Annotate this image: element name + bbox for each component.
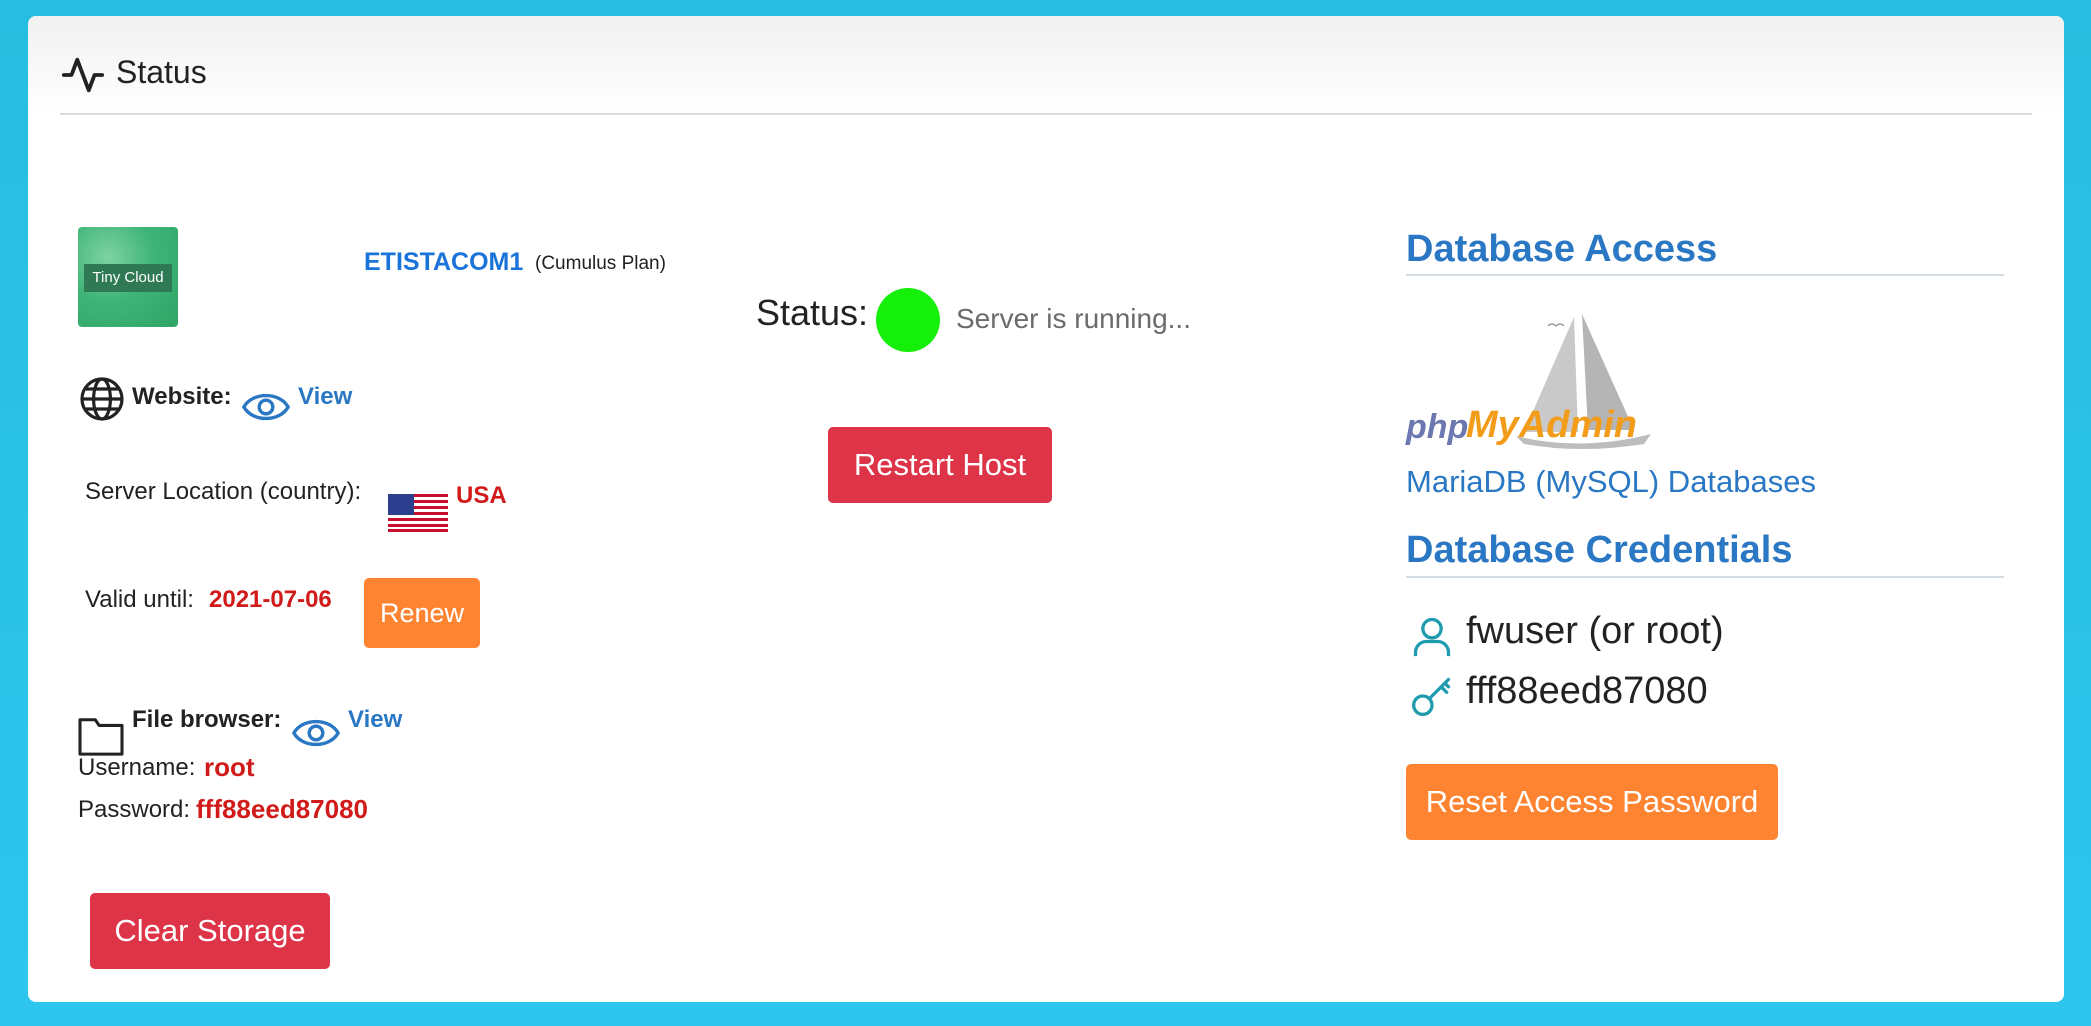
activity-icon	[61, 57, 105, 93]
username-label: Username:	[78, 754, 196, 781]
server-status-text: Server is running...	[956, 303, 1191, 334]
mariadb-databases-link[interactable]: MariaDB (MySQL) Databases	[1406, 464, 1816, 500]
username-value: root	[204, 752, 255, 782]
file-browser-label: File browser:	[132, 706, 282, 733]
page-title: Status	[116, 54, 207, 90]
phpmyadmin-logo[interactable]: php MyAdmin	[1406, 312, 1666, 462]
password-value: fff88eed87080	[196, 794, 368, 824]
server-country: USA	[456, 482, 507, 509]
db-password: fff88eed87080	[1466, 670, 1708, 712]
usa-flag-icon	[388, 494, 448, 532]
account-name: ETISTACOM1	[364, 248, 524, 276]
database-credentials-title: Database Credentials	[1406, 529, 1793, 571]
plan-logo: Tiny Cloud	[78, 227, 178, 327]
file-browser-view-link[interactable]: View	[348, 706, 402, 734]
server-status-label: Status:	[756, 292, 869, 333]
db-username: fwuser (or root)	[1466, 610, 1724, 652]
clear-storage-button[interactable]: Clear Storage	[90, 893, 330, 969]
database-access-title: Database Access	[1406, 228, 1718, 270]
server-location-label: Server Location (country):	[85, 478, 362, 505]
eye-icon[interactable]	[292, 716, 340, 750]
website-label: Website:	[132, 383, 232, 410]
password-label: Password:	[78, 796, 191, 823]
plan-name: (Cumulus Plan)	[535, 253, 666, 274]
renew-button[interactable]: Renew	[364, 578, 480, 648]
key-icon	[1412, 677, 1451, 716]
globe-icon	[80, 377, 124, 421]
phpmyadmin-php-text: php	[1406, 408, 1469, 446]
phpmyadmin-myadmin-text: MyAdmin	[1466, 404, 1637, 446]
section-divider	[1406, 576, 2004, 578]
status-indicator	[876, 288, 940, 352]
plan-logo-label: Tiny Cloud	[84, 264, 172, 292]
restart-host-button[interactable]: Restart Host	[828, 427, 1052, 503]
reset-access-password-button[interactable]: Reset Access Password	[1406, 764, 1778, 840]
status-card: Status Tiny Cloud ETISTACOM1 (Cumulus Pl…	[28, 16, 2064, 1002]
eye-icon[interactable]	[242, 390, 290, 424]
card-header: Status	[28, 16, 2064, 114]
website-view-link[interactable]: View	[298, 383, 352, 411]
header-divider	[60, 113, 2032, 115]
folder-icon	[78, 718, 124, 756]
valid-until-label: Valid until:	[85, 586, 194, 613]
user-icon	[1413, 617, 1451, 657]
section-divider	[1406, 274, 2004, 276]
valid-until-date: 2021-07-06	[209, 586, 332, 613]
